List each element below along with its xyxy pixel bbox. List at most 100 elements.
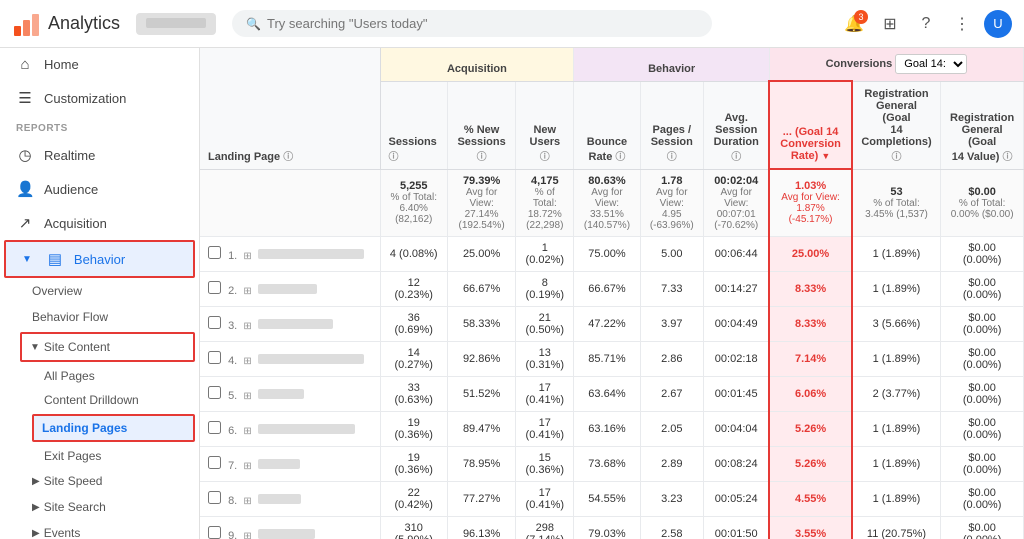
row-landing-page: 6. ⊞ [200,411,380,446]
table-row: 7. ⊞ 19 (0.36%) 78.95% 15 (0.36%) 73.68%… [200,446,1024,481]
completions-header: RegistrationGeneral (Goal14 Completions)… [852,81,941,169]
goal-selector[interactable]: Goal 14: [895,54,967,74]
landing-page-info[interactable]: ⓘ [283,152,293,163]
row-pages: 5.00 [640,236,703,271]
sidebar-item-landing-pages[interactable]: Landing Pages [34,416,193,440]
row-number: 6. [228,425,237,437]
page-url-blurred [258,319,333,329]
row-checkbox[interactable] [208,491,221,504]
value-info[interactable]: ⓘ [1003,152,1013,163]
site-speed-label: Site Speed [44,474,103,488]
row-completions: 1 (1.89%) [852,271,941,306]
new-users-info[interactable]: ⓘ [540,152,550,163]
sidebar-item-behavior-flow[interactable]: Behavior Flow [0,304,199,330]
row-checkbox[interactable] [208,456,221,469]
row-landing-page: 7. ⊞ [200,446,380,481]
row-sessions: 19 (0.36%) [380,411,447,446]
row-number: 2. [228,285,237,297]
help-button[interactable]: ? [912,10,940,38]
bounce-info[interactable]: ⓘ [615,152,625,163]
row-value: $0.00 (0.00%) [941,271,1024,306]
table-wrapper: Landing Page ⓘ Acquisition Behavior Conv… [200,48,1024,539]
summary-value: $0.00 % of Total: 0.00% ($0.00) [941,169,1024,236]
audience-icon: 👤 [16,180,34,198]
sidebar-item-realtime[interactable]: ◷ Realtime [0,138,199,172]
row-checkbox[interactable] [208,246,221,259]
sidebar-item-audience[interactable]: 👤 Audience [0,172,199,206]
site-speed-chevron: ▶ [32,476,40,487]
link-icon: ⊞ [243,426,251,437]
row-checkbox[interactable] [208,351,221,364]
row-new-users: 1 (0.02%) [516,236,574,271]
row-conversion: 5.26% [769,411,851,446]
sidebar-item-overview[interactable]: Overview [0,278,199,304]
row-number: 5. [228,390,237,402]
summary-sessions: 5,255 % of Total: 6.40% (82,162) [380,169,447,236]
sessions-info[interactable]: ⓘ [389,152,399,163]
sidebar-item-home[interactable]: ⌂ Home [0,48,199,81]
row-number: 4. [228,355,237,367]
row-checkbox[interactable] [208,421,221,434]
google-analytics-logo [12,10,40,38]
notification-button[interactable]: 🔔 3 [840,10,868,38]
row-landing-page: 8. ⊞ [200,481,380,516]
row-sessions: 14 (0.27%) [380,341,447,376]
row-conversion: 4.55% [769,481,851,516]
events-chevron: ▶ [32,528,40,539]
row-new-users: 298 (7.14%) [516,516,574,539]
row-conversion: 3.55% [769,516,851,539]
exit-pages-label: Exit Pages [44,449,101,463]
site-content-chevron: ▼ [30,342,40,353]
row-checkbox[interactable] [208,316,221,329]
row-pct-new: 89.47% [447,411,515,446]
pages-info[interactable]: ⓘ [667,152,677,163]
row-pages: 3.23 [640,481,703,516]
completions-info[interactable]: ⓘ [891,152,901,163]
account-selector[interactable] [136,13,216,35]
row-sessions: 22 (0.42%) [380,481,447,516]
duration-info[interactable]: ⓘ [731,152,741,163]
row-checkbox[interactable] [208,281,221,294]
sidebar-item-site-speed[interactable]: ▶ Site Speed [0,468,199,494]
avatar[interactable]: U [984,10,1012,38]
summary-pages: 1.78 Avg for View: 4.95 (-63.96%) [640,169,703,236]
row-bounce: 47.22% [574,306,640,341]
search-bar[interactable]: 🔍 [232,10,712,37]
page-url-blurred [258,424,355,434]
site-search-label: Site Search [44,500,106,514]
sidebar-item-behavior[interactable]: ▼ ▤ Behavior [6,242,193,276]
sidebar-item-exit-pages[interactable]: Exit Pages [0,444,199,468]
conversion-sort[interactable]: ▼ [821,151,830,161]
row-checkbox[interactable] [208,526,221,539]
row-completions: 1 (1.89%) [852,341,941,376]
row-completions: 2 (3.77%) [852,376,941,411]
link-icon: ⊞ [243,321,251,332]
row-number: 3. [228,320,237,332]
row-bounce: 73.68% [574,446,640,481]
sidebar-item-all-pages[interactable]: All Pages [0,364,199,388]
row-duration: 00:01:45 [704,376,770,411]
sidebar-item-content-drilldown[interactable]: Content Drilldown [0,388,199,412]
row-value: $0.00 (0.00%) [941,411,1024,446]
sidebar-item-events[interactable]: ▶ Events [0,520,199,539]
sidebar-item-site-content[interactable]: ▼ Site Content [22,334,193,360]
row-checkbox[interactable] [208,386,221,399]
pct-new-info[interactable]: ⓘ [477,152,487,163]
row-sessions: 4 (0.08%) [380,236,447,271]
sidebar: ⌂ Home ☰ Customization REPORTS ◷ Realtim… [0,48,200,539]
apps-button[interactable]: ⊞ [876,10,904,38]
row-bounce: 66.67% [574,271,640,306]
row-landing-page: 1. ⊞ [200,236,380,271]
sidebar-item-acquisition[interactable]: ↗ Acquisition [0,206,199,240]
search-input[interactable] [267,16,698,31]
row-new-users: 17 (0.41%) [516,376,574,411]
events-label: Events [44,526,81,539]
table-row: 6. ⊞ 19 (0.36%) 89.47% 17 (0.41%) 63.16%… [200,411,1024,446]
sidebar-item-site-search[interactable]: ▶ Site Search [0,494,199,520]
more-button[interactable]: ⋮ [948,10,976,38]
row-value: $0.00 (0.00%) [941,376,1024,411]
row-landing-page: 2. ⊞ [200,271,380,306]
sidebar-item-customization[interactable]: ☰ Customization [0,81,199,115]
bounce-rate-header: Bounce Rate ⓘ [574,81,640,169]
row-pages: 7.33 [640,271,703,306]
